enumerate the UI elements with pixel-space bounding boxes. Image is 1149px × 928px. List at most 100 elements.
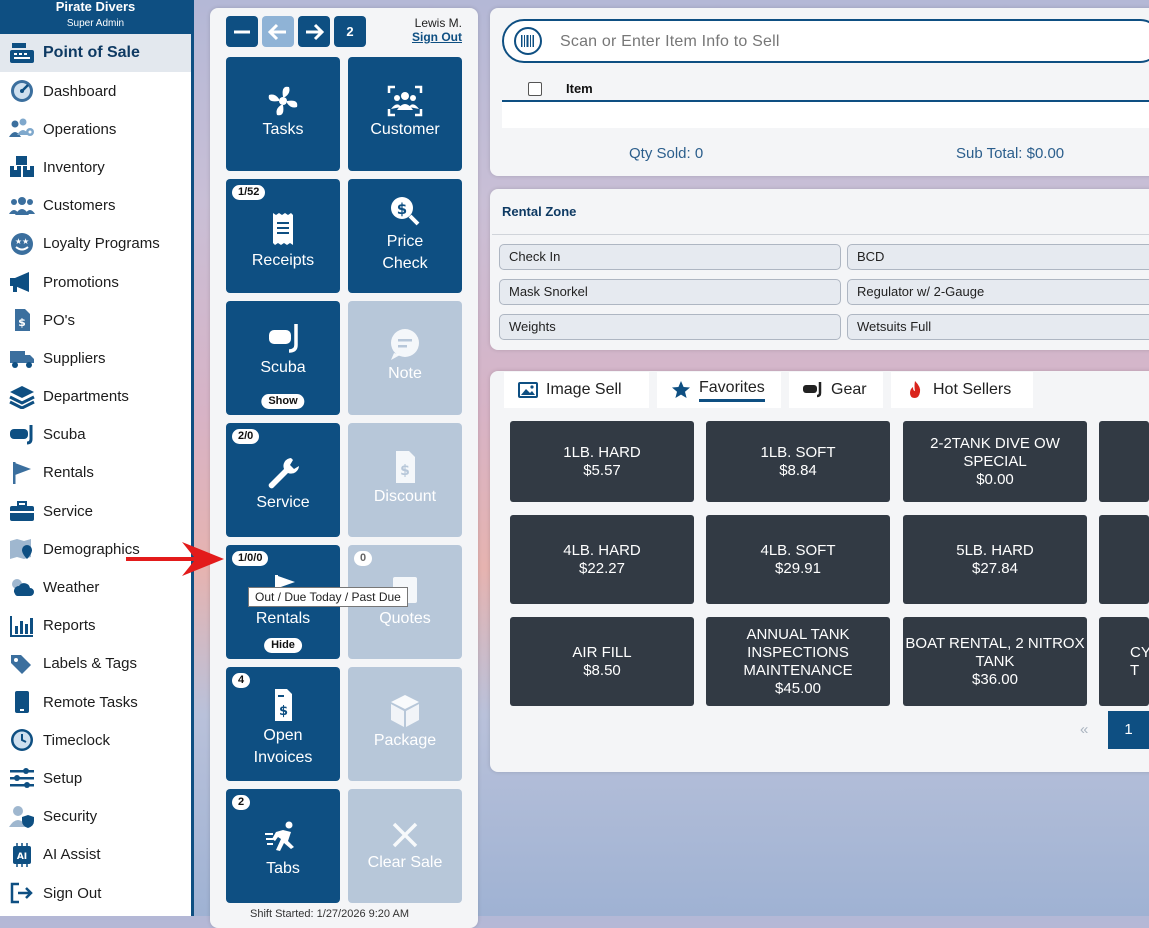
sidebar-item-inventory[interactable]: Inventory [0,148,191,186]
product-button[interactable] [1099,421,1149,502]
sidebar-item-label: Scuba [43,426,86,444]
product-button[interactable]: 4LB. SOFT $29.91 [706,515,890,604]
product-name: 4LB. SOFT [760,541,836,559]
tile-label: Clear Sale [367,854,443,871]
sidebar-item-label: Loyalty Programs [43,235,160,253]
tile-label: Tabs [266,860,300,877]
sidebar-item-ai-assist[interactable]: AI AI Assist [0,836,191,874]
scuba-tile[interactable]: Scuba Show [226,301,340,415]
sidebar-item-label: Inventory [43,158,105,176]
scan-input[interactable]: Scan or Enter Item Info to Sell [502,19,1149,63]
sign-out-link[interactable]: Sign Out [412,30,462,44]
discount-tile[interactable]: $ Discount [348,423,462,537]
sidebar-item-labels-tags[interactable]: Labels & Tags [0,645,191,683]
rental-wetsuits-button[interactable]: Wetsuits Full [847,314,1149,340]
tab-favorites[interactable]: Favorites [657,372,781,408]
sidebar-item-suppliers[interactable]: Suppliers [0,339,191,377]
sidebar-item-customers[interactable]: Customers [0,187,191,225]
mask-icon [226,321,340,357]
svg-text:★★: ★★ [15,237,29,246]
product-button[interactable] [1099,515,1149,604]
discount-file-icon: $ [348,449,462,485]
tabs-tile[interactable]: 2 Tabs [226,789,340,903]
minimize-button[interactable] [226,16,258,47]
select-all-checkbox[interactable] [528,82,542,96]
sidebar-item-dashboard[interactable]: Dashboard [0,72,191,110]
flag-icon [8,460,36,486]
sidebar-item-rentals[interactable]: Rentals [0,454,191,492]
service-tile[interactable]: 2/0 Service [226,423,340,537]
shift-started-text: Shift Started: 1/27/2026 9:20 AM [250,908,409,920]
star-icon [672,381,690,398]
open-invoices-tile[interactable]: 4 $ Open Invoices [226,667,340,781]
rentals-hide-pill[interactable]: Hide [264,638,302,653]
sidebar-item-service[interactable]: Service [0,492,191,530]
rental-bcd-button[interactable]: BCD [847,244,1149,270]
arrow-left-icon [267,23,286,40]
product-price: $22.27 [579,559,625,577]
sidebar-item-setup[interactable]: Setup [0,759,191,797]
rental-mask-snorkel-button[interactable]: Mask Snorkel [499,279,841,305]
pagination-prev[interactable]: « [1080,711,1088,749]
tasks-tile[interactable]: Tasks [226,57,340,171]
product-name: 5LB. HARD [956,541,1034,559]
product-name: ANNUAL TANK INSPECTIONS MAINTENANCE [743,625,853,679]
pos-action-panel: 2 Lewis M. Sign Out Tasks Customer 1/52 … [210,8,478,928]
product-button[interactable]: 2-2TANK DIVE OW SPECIAL $0.00 [903,421,1087,502]
back-button[interactable] [262,16,294,47]
product-button[interactable]: 1LB. SOFT $8.84 [706,421,890,502]
note-tile[interactable]: Note [348,301,462,415]
sidebar-item-scuba[interactable]: Scuba [0,416,191,454]
scuba-show-pill[interactable]: Show [261,394,305,409]
tablet-icon [8,689,36,715]
sub-total: Sub Total: $0.00 [956,145,1065,162]
customer-tile[interactable]: Customer [348,57,462,171]
rental-regulator-button[interactable]: Regulator w/ 2-Gauge [847,279,1149,305]
product-button[interactable]: 1LB. HARD $5.57 [510,421,694,502]
sidebar-item-sign-out[interactable]: Sign Out [0,874,191,912]
sidebar-item-timeclock[interactable]: Timeclock [0,721,191,759]
sidebar-item-pos[interactable]: $ PO's [0,301,191,339]
sidebar-item-promotions[interactable]: Promotions [0,263,191,301]
rentals-tooltip: Out / Due Today / Past Due [248,587,408,607]
clear-sale-tile[interactable]: Clear Sale [348,789,462,903]
sidebar-item-security[interactable]: Security [0,798,191,836]
product-button[interactable]: AIR FILL $8.50 [510,617,694,706]
product-button[interactable]: ANNUAL TANK INSPECTIONS MAINTENANCE $45.… [706,617,890,706]
page-count-button[interactable]: 2 [334,16,366,47]
product-button[interactable]: 4LB. HARD $22.27 [510,515,694,604]
tile-label: Discount [373,488,437,505]
rental-weights-button[interactable]: Weights [499,314,841,340]
sidebar-header: Pirate Divers Super Admin [0,0,191,34]
tab-hot-sellers[interactable]: Hot Sellers [891,372,1033,408]
forward-button[interactable] [298,16,330,47]
product-button[interactable]: BOAT RENTAL, 2 NITROX TANK $36.00 [903,617,1087,706]
product-button[interactable]: CY T [1099,617,1149,706]
sidebar-item-label: Labels & Tags [43,655,137,673]
sidebar-item-point-of-sale[interactable]: Point of Sale [0,34,191,72]
price-check-tile[interactable]: $ Price Check [348,179,462,293]
pagination-current-page[interactable]: 1 [1108,711,1149,749]
mask-icon [803,382,822,398]
sidebar-item-loyalty-programs[interactable]: ★★ Loyalty Programs [0,225,191,263]
sidebar-item-departments[interactable]: Departments [0,378,191,416]
tab-label: Hot Sellers [933,381,1012,398]
product-button[interactable]: 5LB. HARD $27.84 [903,515,1087,604]
product-name: BOAT RENTAL, 2 NITROX TANK [905,634,1085,670]
tab-gear[interactable]: Gear [789,372,883,408]
product-tabs: Image Sell Favorites Gear Hot Sellers [492,372,1149,408]
product-price: $8.84 [779,461,817,479]
sidebar: Pirate Divers Super Admin Point of Sale … [0,0,194,916]
receipts-tile[interactable]: 1/52 Receipts [226,179,340,293]
tile-label: Check [382,255,428,272]
sidebar-item-label: Security [43,808,98,826]
sidebar-item-reports[interactable]: Reports [0,607,191,645]
sidebar-item-operations[interactable]: Operations [0,110,191,148]
scan-placeholder: Scan or Enter Item Info to Sell [560,33,780,50]
svg-text:$: $ [400,463,410,479]
tab-image-sell[interactable]: Image Sell [504,372,649,408]
package-tile[interactable]: Package [348,667,462,781]
rental-check-in-button[interactable]: Check In [499,244,841,270]
tile-label: Note [388,365,422,382]
sidebar-item-remote-tasks[interactable]: Remote Tasks [0,683,191,721]
